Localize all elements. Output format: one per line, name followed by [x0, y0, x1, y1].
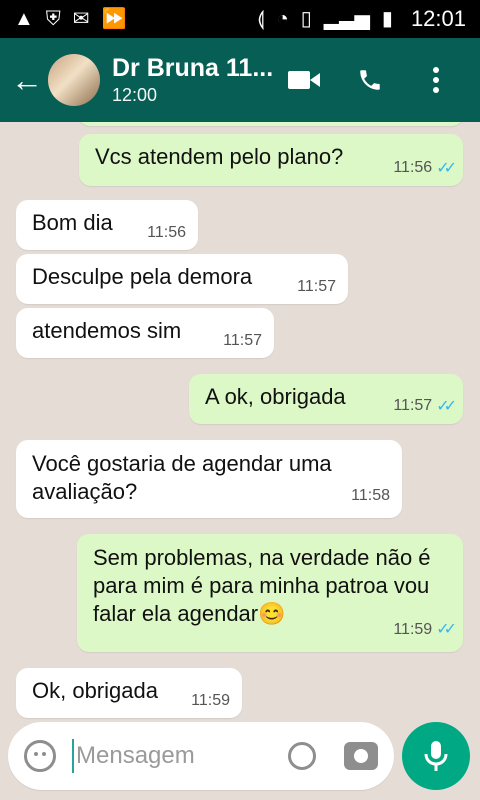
overflow-menu-icon[interactable]	[420, 64, 452, 96]
message-text: Bom dia	[32, 210, 113, 235]
message-time: 11:56	[393, 159, 433, 176]
double-check-icon: ✓✓	[436, 621, 457, 638]
double-check-icon: ✓✓	[436, 398, 457, 415]
double-check-icon: ✓✓	[436, 160, 457, 177]
video-call-icon[interactable]	[288, 64, 320, 96]
message-time: 11:59	[393, 621, 433, 638]
status-bar: ▲ ⛨ ✉ ⏩ ⟬ ◔ ▯ ▂▃▅ ▮ 12:01	[0, 0, 480, 38]
status-time: 12:01	[410, 6, 466, 31]
message-time: 11:56	[147, 224, 186, 241]
chat-header: ← Dr Bruna 11... 12:00	[0, 38, 480, 122]
message-bubble[interactable]: atendemos sim 11:57	[16, 308, 274, 358]
last-seen: 12:00	[112, 85, 158, 105]
phone-call-icon[interactable]	[354, 64, 386, 96]
message-composer: Mensagem	[0, 722, 480, 800]
contact-avatar[interactable]	[48, 54, 100, 106]
message-text: Vcs atendem pelo plano?	[95, 144, 344, 169]
wifi-icon: ◔	[276, 8, 289, 30]
message-bubble[interactable]: Você gostaria de agendar uma avaliação? …	[16, 440, 402, 518]
message-time: 11:58	[351, 487, 390, 504]
contact-info[interactable]: Dr Bruna 11... 12:00	[112, 54, 288, 106]
battery-icon: ▮	[381, 8, 393, 30]
emoji-icon[interactable]	[24, 740, 56, 772]
microphone-button[interactable]	[402, 722, 470, 790]
message-bubble[interactable]: Bom dia 11:56	[16, 200, 198, 250]
previous-message-edge	[79, 122, 463, 126]
back-arrow-icon[interactable]: ←	[10, 62, 44, 99]
vibrate-icon: ⟬	[257, 8, 265, 30]
message-text: Você gostaria de agendar uma avaliação?	[32, 451, 332, 504]
microphone-icon	[424, 741, 448, 771]
message-list[interactable]: Vcs atendem pelo plano? 11:56 ✓✓ Bom dia …	[0, 122, 480, 720]
message-time: 11:57	[297, 278, 336, 295]
message-text: Desculpe pela demora	[32, 264, 253, 289]
message-time: 11:57	[223, 332, 262, 349]
contact-name: Dr Bruna 11...	[112, 54, 274, 82]
text-caret	[72, 739, 74, 773]
message-input[interactable]: Mensagem	[8, 722, 394, 790]
message-text: Ok, obrigada	[32, 678, 158, 703]
message-time: 11:57	[393, 397, 433, 414]
message-text: atendemos sim	[32, 318, 182, 343]
message-time: 11:59	[191, 692, 230, 709]
message-placeholder: Mensagem	[76, 742, 195, 769]
camera-icon[interactable]	[344, 742, 378, 770]
message-bubble[interactable]: Vcs atendem pelo plano? 11:56 ✓✓	[79, 134, 463, 186]
signal-icon: ▂▃▅	[323, 8, 370, 30]
message-text: A ok, obrigada	[205, 384, 346, 409]
sim-1-icon: ▯	[300, 8, 312, 30]
message-bubble[interactable]: Desculpe pela demora 11:57	[16, 254, 348, 304]
warning-icon: ▲	[14, 8, 34, 30]
mail-icon: ✉	[72, 8, 90, 30]
fast-forward-icon: ⏩	[101, 8, 127, 30]
message-bubble[interactable]: Ok, obrigada 11:59	[16, 668, 242, 718]
attachment-icon[interactable]	[282, 736, 322, 776]
message-bubble[interactable]: A ok, obrigada 11:57 ✓✓	[189, 374, 463, 424]
message-bubble[interactable]: Sem problemas, na verdade não é para mim…	[77, 534, 463, 652]
shield-icon: ⛨	[45, 8, 61, 30]
message-text: Sem problemas, na verdade não é para mim…	[93, 545, 431, 626]
